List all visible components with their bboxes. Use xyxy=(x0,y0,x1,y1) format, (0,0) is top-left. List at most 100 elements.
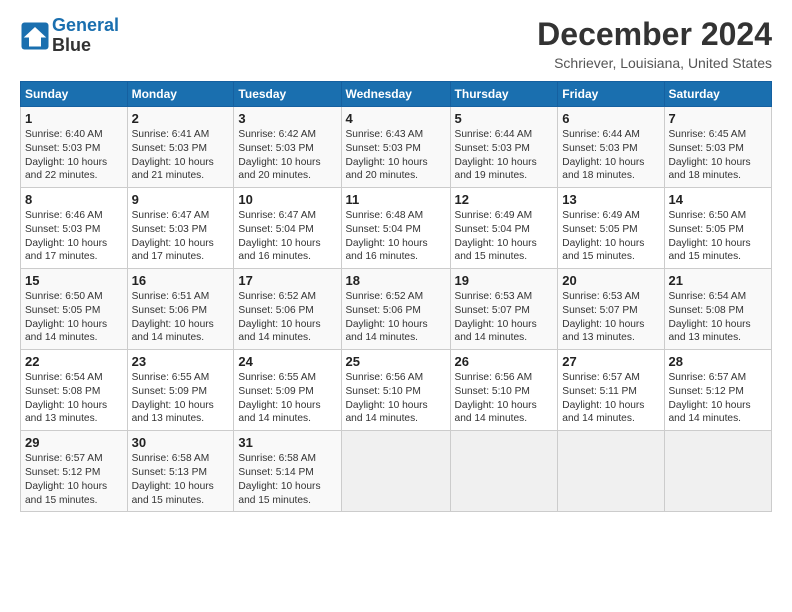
day-number: 18 xyxy=(346,273,446,288)
calendar-cell: 20 Sunrise: 6:53 AM Sunset: 5:07 PM Dayl… xyxy=(558,269,664,350)
calendar-cell: 13 Sunrise: 6:49 AM Sunset: 5:05 PM Dayl… xyxy=(558,188,664,269)
calendar-header-row: Sunday Monday Tuesday Wednesday Thursday… xyxy=(21,82,772,107)
day-number: 7 xyxy=(669,111,768,126)
calendar-cell: 30 Sunrise: 6:58 AM Sunset: 5:13 PM Dayl… xyxy=(127,431,234,512)
day-info: Sunrise: 6:42 AM Sunset: 5:03 PM Dayligh… xyxy=(238,128,336,183)
day-number: 2 xyxy=(132,111,230,126)
logo-icon xyxy=(20,21,50,51)
header-friday: Friday xyxy=(558,82,664,107)
day-number: 30 xyxy=(132,435,230,450)
day-number: 14 xyxy=(669,192,768,207)
calendar-week-row: 22 Sunrise: 6:54 AM Sunset: 5:08 PM Dayl… xyxy=(21,350,772,431)
header: General Blue December 2024 Schriever, Lo… xyxy=(20,16,772,71)
day-info: Sunrise: 6:48 AM Sunset: 5:04 PM Dayligh… xyxy=(346,209,446,264)
day-info: Sunrise: 6:46 AM Sunset: 5:03 PM Dayligh… xyxy=(25,209,123,264)
day-info: Sunrise: 6:54 AM Sunset: 5:08 PM Dayligh… xyxy=(25,371,123,426)
day-number: 5 xyxy=(455,111,554,126)
day-info: Sunrise: 6:44 AM Sunset: 5:03 PM Dayligh… xyxy=(562,128,659,183)
calendar-cell: 8 Sunrise: 6:46 AM Sunset: 5:03 PM Dayli… xyxy=(21,188,128,269)
day-number: 8 xyxy=(25,192,123,207)
calendar-cell: 10 Sunrise: 6:47 AM Sunset: 5:04 PM Dayl… xyxy=(234,188,341,269)
logo-text: General Blue xyxy=(52,16,119,56)
calendar-cell: 2 Sunrise: 6:41 AM Sunset: 5:03 PM Dayli… xyxy=(127,107,234,188)
day-number: 31 xyxy=(238,435,336,450)
day-info: Sunrise: 6:57 AM Sunset: 5:11 PM Dayligh… xyxy=(562,371,659,426)
day-number: 25 xyxy=(346,354,446,369)
day-info: Sunrise: 6:56 AM Sunset: 5:10 PM Dayligh… xyxy=(455,371,554,426)
day-info: Sunrise: 6:41 AM Sunset: 5:03 PM Dayligh… xyxy=(132,128,230,183)
day-number: 26 xyxy=(455,354,554,369)
calendar-cell: 18 Sunrise: 6:52 AM Sunset: 5:06 PM Dayl… xyxy=(341,269,450,350)
day-number: 23 xyxy=(132,354,230,369)
day-number: 12 xyxy=(455,192,554,207)
day-number: 13 xyxy=(562,192,659,207)
calendar-cell xyxy=(664,431,772,512)
calendar-cell: 16 Sunrise: 6:51 AM Sunset: 5:06 PM Dayl… xyxy=(127,269,234,350)
day-info: Sunrise: 6:57 AM Sunset: 5:12 PM Dayligh… xyxy=(25,452,123,507)
day-number: 16 xyxy=(132,273,230,288)
day-number: 15 xyxy=(25,273,123,288)
title-block: December 2024 Schriever, Louisiana, Unit… xyxy=(537,16,772,71)
day-number: 20 xyxy=(562,273,659,288)
day-info: Sunrise: 6:58 AM Sunset: 5:14 PM Dayligh… xyxy=(238,452,336,507)
calendar-cell: 11 Sunrise: 6:48 AM Sunset: 5:04 PM Dayl… xyxy=(341,188,450,269)
day-info: Sunrise: 6:47 AM Sunset: 5:04 PM Dayligh… xyxy=(238,209,336,264)
day-info: Sunrise: 6:56 AM Sunset: 5:10 PM Dayligh… xyxy=(346,371,446,426)
calendar-cell: 5 Sunrise: 6:44 AM Sunset: 5:03 PM Dayli… xyxy=(450,107,558,188)
day-info: Sunrise: 6:43 AM Sunset: 5:03 PM Dayligh… xyxy=(346,128,446,183)
calendar-cell: 7 Sunrise: 6:45 AM Sunset: 5:03 PM Dayli… xyxy=(664,107,772,188)
day-number: 19 xyxy=(455,273,554,288)
calendar-cell: 31 Sunrise: 6:58 AM Sunset: 5:14 PM Dayl… xyxy=(234,431,341,512)
calendar-cell: 23 Sunrise: 6:55 AM Sunset: 5:09 PM Dayl… xyxy=(127,350,234,431)
calendar-table: Sunday Monday Tuesday Wednesday Thursday… xyxy=(20,81,772,512)
day-info: Sunrise: 6:50 AM Sunset: 5:05 PM Dayligh… xyxy=(25,290,123,345)
header-saturday: Saturday xyxy=(664,82,772,107)
day-info: Sunrise: 6:40 AM Sunset: 5:03 PM Dayligh… xyxy=(25,128,123,183)
calendar-cell: 24 Sunrise: 6:55 AM Sunset: 5:09 PM Dayl… xyxy=(234,350,341,431)
calendar-cell: 1 Sunrise: 6:40 AM Sunset: 5:03 PM Dayli… xyxy=(21,107,128,188)
calendar-cell: 27 Sunrise: 6:57 AM Sunset: 5:11 PM Dayl… xyxy=(558,350,664,431)
day-number: 17 xyxy=(238,273,336,288)
calendar-cell: 29 Sunrise: 6:57 AM Sunset: 5:12 PM Dayl… xyxy=(21,431,128,512)
day-info: Sunrise: 6:45 AM Sunset: 5:03 PM Dayligh… xyxy=(669,128,768,183)
day-info: Sunrise: 6:49 AM Sunset: 5:05 PM Dayligh… xyxy=(562,209,659,264)
day-info: Sunrise: 6:51 AM Sunset: 5:06 PM Dayligh… xyxy=(132,290,230,345)
calendar-cell: 15 Sunrise: 6:50 AM Sunset: 5:05 PM Dayl… xyxy=(21,269,128,350)
month-title: December 2024 xyxy=(537,16,772,53)
calendar-week-row: 29 Sunrise: 6:57 AM Sunset: 5:12 PM Dayl… xyxy=(21,431,772,512)
calendar-cell: 17 Sunrise: 6:52 AM Sunset: 5:06 PM Dayl… xyxy=(234,269,341,350)
calendar-cell: 3 Sunrise: 6:42 AM Sunset: 5:03 PM Dayli… xyxy=(234,107,341,188)
calendar-cell: 22 Sunrise: 6:54 AM Sunset: 5:08 PM Dayl… xyxy=(21,350,128,431)
day-number: 24 xyxy=(238,354,336,369)
calendar-cell xyxy=(450,431,558,512)
calendar-cell: 28 Sunrise: 6:57 AM Sunset: 5:12 PM Dayl… xyxy=(664,350,772,431)
header-monday: Monday xyxy=(127,82,234,107)
location: Schriever, Louisiana, United States xyxy=(537,55,772,71)
header-thursday: Thursday xyxy=(450,82,558,107)
day-number: 9 xyxy=(132,192,230,207)
day-info: Sunrise: 6:44 AM Sunset: 5:03 PM Dayligh… xyxy=(455,128,554,183)
day-number: 10 xyxy=(238,192,336,207)
day-number: 1 xyxy=(25,111,123,126)
calendar-cell: 25 Sunrise: 6:56 AM Sunset: 5:10 PM Dayl… xyxy=(341,350,450,431)
day-info: Sunrise: 6:57 AM Sunset: 5:12 PM Dayligh… xyxy=(669,371,768,426)
page: General Blue December 2024 Schriever, Lo… xyxy=(0,0,792,612)
day-number: 21 xyxy=(669,273,768,288)
day-number: 3 xyxy=(238,111,336,126)
day-number: 22 xyxy=(25,354,123,369)
header-wednesday: Wednesday xyxy=(341,82,450,107)
day-info: Sunrise: 6:53 AM Sunset: 5:07 PM Dayligh… xyxy=(562,290,659,345)
day-number: 4 xyxy=(346,111,446,126)
calendar-cell: 4 Sunrise: 6:43 AM Sunset: 5:03 PM Dayli… xyxy=(341,107,450,188)
calendar-cell: 6 Sunrise: 6:44 AM Sunset: 5:03 PM Dayli… xyxy=(558,107,664,188)
calendar-week-row: 15 Sunrise: 6:50 AM Sunset: 5:05 PM Dayl… xyxy=(21,269,772,350)
day-info: Sunrise: 6:58 AM Sunset: 5:13 PM Dayligh… xyxy=(132,452,230,507)
logo: General Blue xyxy=(20,16,119,56)
day-number: 11 xyxy=(346,192,446,207)
day-number: 27 xyxy=(562,354,659,369)
day-info: Sunrise: 6:50 AM Sunset: 5:05 PM Dayligh… xyxy=(669,209,768,264)
calendar-cell: 14 Sunrise: 6:50 AM Sunset: 5:05 PM Dayl… xyxy=(664,188,772,269)
day-info: Sunrise: 6:49 AM Sunset: 5:04 PM Dayligh… xyxy=(455,209,554,264)
calendar-cell: 26 Sunrise: 6:56 AM Sunset: 5:10 PM Dayl… xyxy=(450,350,558,431)
header-tuesday: Tuesday xyxy=(234,82,341,107)
